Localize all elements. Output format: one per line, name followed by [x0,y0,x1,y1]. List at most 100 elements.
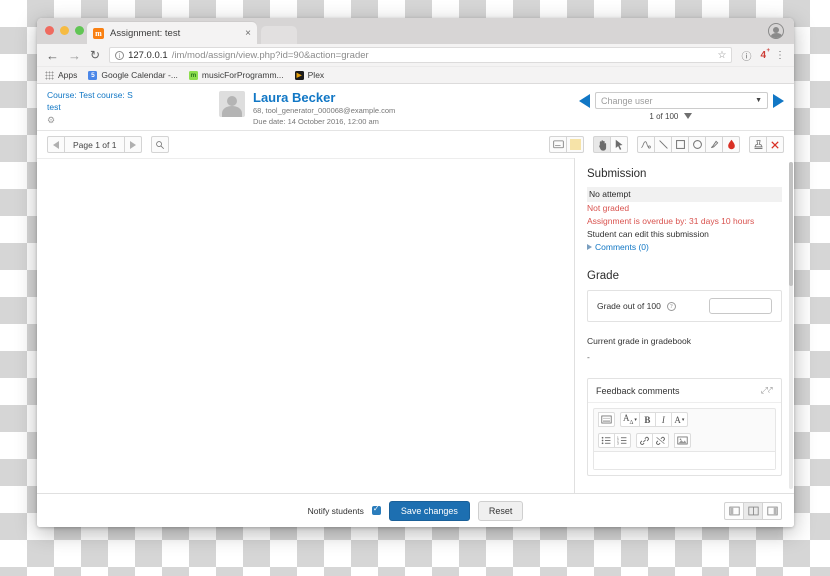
submission-heading: Submission [587,168,647,180]
expand-icon[interactable]: ⤢⤤ [761,385,773,396]
site-info-icon[interactable]: i [115,50,125,60]
change-user-placeholder: Change user [601,95,653,106]
feedback-textarea[interactable] [594,451,775,469]
forward-button[interactable]: → [68,49,81,62]
url-input[interactable]: i 127.0.0.1/im/mod/assign/view.php?id=90… [109,47,733,63]
grade-input[interactable] [709,298,772,314]
stamp-tool-button[interactable] [749,136,767,153]
highlighter-tool-button[interactable] [705,136,723,153]
bookmark-plex[interactable]: ▶ Plex [294,70,324,80]
overdue-status: Assignment is overdue by: 31 days 10 hou… [587,216,755,226]
next-user-button[interactable] [773,93,784,108]
feedback-title: Feedback comments [596,385,680,396]
layout-split-pane-button[interactable] [743,501,763,520]
chrome-menu-icon[interactable]: ⋮ [775,50,785,61]
bookmark-label: Apps [58,70,78,80]
reload-icon[interactable]: ↻ [90,48,100,62]
comment-group [549,136,584,153]
moodle-favicon-icon: m [93,27,104,39]
insert-image-button[interactable] [674,433,691,448]
comment-tool-button[interactable] [549,136,567,153]
profile-avatar-icon[interactable] [768,23,784,39]
url-host: 127.0.0.1 [128,49,168,61]
numbered-list-button[interactable]: 123 [614,433,631,448]
close-tab-icon[interactable]: × [245,28,251,39]
avatar [219,91,245,117]
action-footer: Notify students Save changes Reset [37,493,794,527]
unlink-button[interactable] [652,433,669,448]
bookmark-apps[interactable]: Apps [45,70,77,80]
back-button[interactable]: ← [46,49,59,62]
source-code-button[interactable] [598,412,615,427]
grade-heading: Grade [587,270,619,282]
search-comments-button[interactable] [151,136,170,153]
current-grade-value: - [587,352,590,362]
calendar-icon: 5 [88,70,98,80]
select-tool-button[interactable] [610,136,628,153]
bookmark-star-icon[interactable]: ☆ [717,50,726,61]
previous-page-button[interactable] [47,136,65,153]
chevron-down-icon: ▾ [681,416,685,423]
apps-grid-icon [45,70,54,80]
notify-students-label: Notify students [307,505,364,516]
bookmark-google-calendar[interactable]: 5 Google Calendar -... [88,70,178,80]
new-tab-button[interactable] [261,26,297,44]
rectangle-tool-button[interactable] [671,136,689,153]
bullet-list-button[interactable] [598,433,615,448]
feedback-header: Feedback comments ⤢⤤ [588,379,781,403]
minimize-window-button[interactable] [60,26,69,35]
delete-tool-button[interactable] [766,136,784,153]
change-user-select[interactable]: Change user ▼ [595,92,768,109]
layout-right-pane-button[interactable] [762,501,782,520]
filter-funnel-icon[interactable] [683,113,692,119]
breadcrumb-activity-link[interactable]: test [47,102,207,114]
font-style-button[interactable]: AΔ ▾ [620,412,640,427]
chevron-right-icon [587,244,592,250]
bold-button[interactable]: B [638,412,656,427]
grader-header: Course: Test course: S test ⚙ Laura Beck… [37,84,794,127]
bookmark-musicforprogramming[interactable]: m musicForProgramm... [188,70,284,80]
layout-toggle-group [724,501,782,520]
ink-color-tool-button[interactable] [722,136,740,153]
pan-tool-button[interactable] [593,136,611,153]
text-color-button[interactable]: A ▾ [670,412,688,427]
student-info: Laura Becker 68, tool_generator_000068@e… [207,90,579,127]
color-swatch-tool-button[interactable] [566,136,584,153]
editor-toolbar-row-1: AΔ ▾ B I A ▾ [594,409,775,430]
tab-strip: m Assignment: test × [37,18,794,44]
line-tool-button[interactable] [654,136,672,153]
due-date: Due date: 14 October 2016, 12:00 am [253,117,379,126]
ellipse-tool-button[interactable] [688,136,706,153]
notify-students-checkbox[interactable] [371,504,381,515]
settings-gear-icon[interactable]: ⚙ [47,115,55,127]
maximize-window-button[interactable] [75,26,84,35]
close-window-button[interactable] [45,26,54,35]
save-changes-button[interactable]: Save changes [388,500,470,521]
pdf-viewer-canvas[interactable] [37,158,574,493]
drawing-group [637,136,740,153]
insert-link-button[interactable] [636,433,653,448]
address-bar: ← → ↻ i 127.0.0.1/im/mod/assign/view.php… [37,44,794,67]
layout-left-pane-button[interactable] [724,501,744,520]
user-count: 1 of 100 [579,112,784,121]
previous-user-button[interactable] [579,93,590,108]
grader-body: Submission No attempt Not graded Assignm… [37,158,794,493]
student-name[interactable]: Laura Becker [253,90,395,105]
next-page-button[interactable] [124,136,143,153]
browser-tab[interactable]: m Assignment: test × [87,22,257,44]
reset-button[interactable]: Reset [477,500,524,521]
help-icon[interactable]: ? [666,301,676,311]
comments-toggle[interactable]: Comments (0) [587,241,782,254]
grade-row: Grade out of 100 ? [587,290,782,322]
feedback-panel: Feedback comments ⤢⤤ AΔ ▾ B I A ▾ 1 2 3 [587,378,782,476]
attempt-status: No attempt [587,187,782,202]
grade-status: Not graded [587,203,630,213]
sidebar-scrollbar[interactable] [789,162,793,489]
extension-info-icon[interactable]: ⓘ [741,48,751,63]
italic-button[interactable]: I [654,412,672,427]
pen-tool-button[interactable] [637,136,655,153]
breadcrumb-course-link[interactable]: Course: Test course: S [47,90,207,102]
bookmark-label: musicForProgramm... [201,70,284,80]
extension-badge-icon[interactable]: 4 [760,48,769,61]
page-navigation-group: Page 1 of 1 [47,136,143,153]
